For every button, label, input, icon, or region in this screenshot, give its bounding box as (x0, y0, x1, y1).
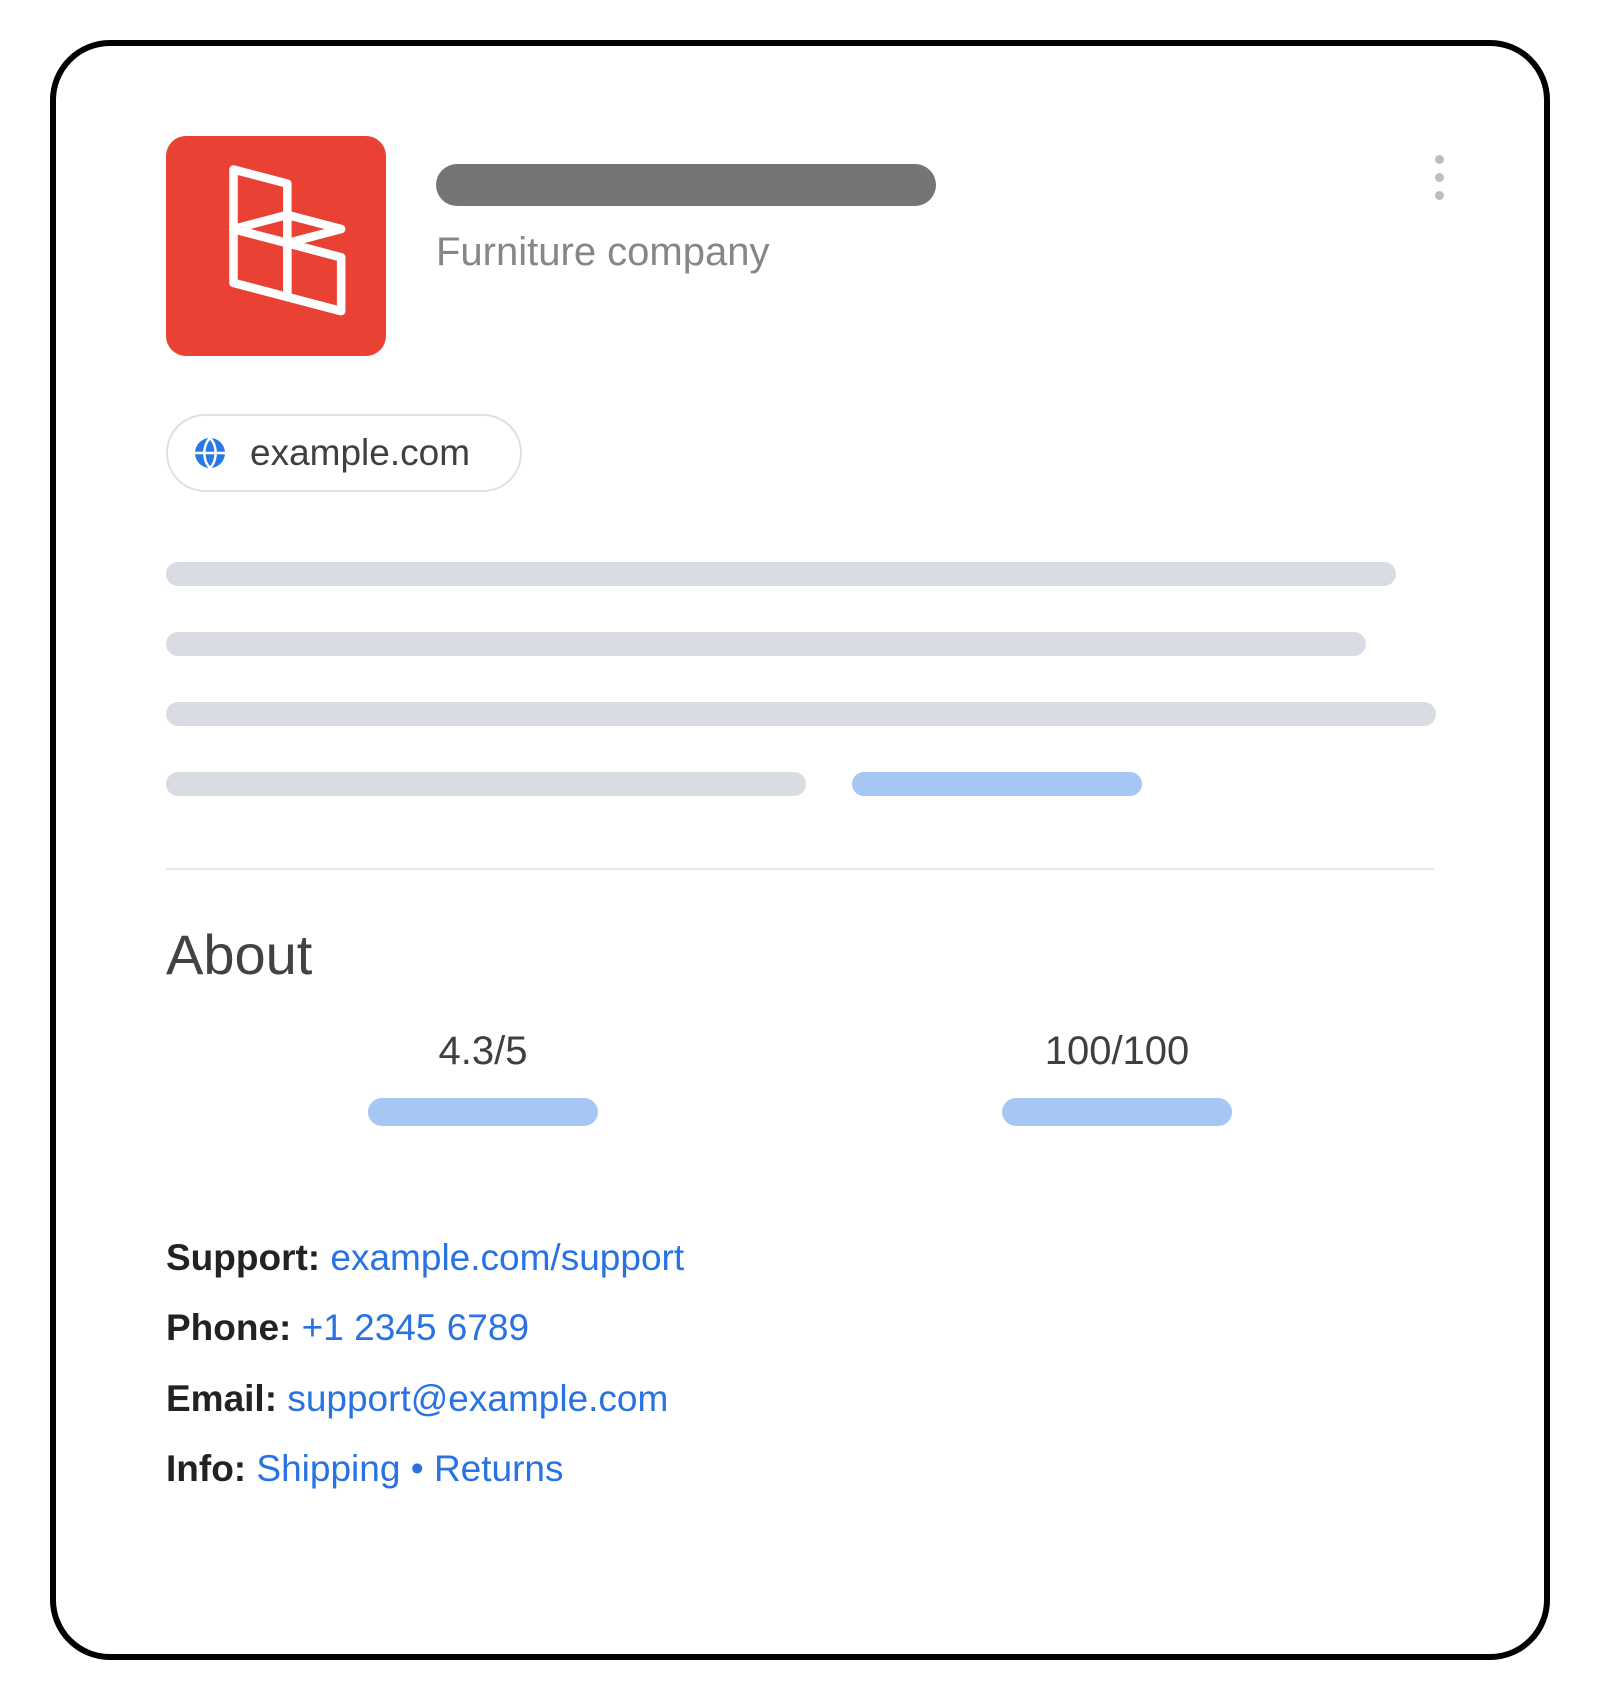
shipping-link[interactable]: Shipping (256, 1448, 400, 1489)
website-chip-text: example.com (250, 432, 470, 474)
score-source-placeholder[interactable] (1002, 1098, 1232, 1126)
info-label: Info: (166, 1448, 246, 1489)
email-row: Email: support@example.com (166, 1364, 1434, 1434)
knowledge-panel-card: Furniture company example.com About 4.3/… (50, 40, 1550, 1660)
rating-source-placeholder[interactable] (368, 1098, 598, 1126)
support-label: Support: (166, 1237, 320, 1278)
rating-score: 100/100 (800, 1029, 1434, 1169)
company-name-placeholder (436, 164, 936, 206)
company-category: Furniture company (436, 230, 1434, 275)
score-value: 100/100 (1045, 1029, 1190, 1074)
phone-label: Phone: (166, 1307, 291, 1348)
desc-line-placeholder (166, 772, 806, 796)
rating-value: 4.3/5 (439, 1029, 528, 1074)
website-chip[interactable]: example.com (166, 414, 522, 492)
ratings-row: 4.3/5 100/100 (166, 1029, 1434, 1169)
description-block (166, 562, 1434, 796)
desc-line-placeholder (166, 702, 1436, 726)
returns-link[interactable]: Returns (434, 1448, 564, 1489)
separator-dot: • (411, 1448, 424, 1489)
more-options-button[interactable] (1435, 146, 1444, 209)
panel-header: Furniture company (166, 136, 1434, 356)
section-divider (166, 868, 1434, 870)
info-row: Info: Shipping • Returns (166, 1434, 1434, 1504)
chair-icon (201, 161, 351, 331)
support-row: Support: example.com/support (166, 1223, 1434, 1293)
title-block: Furniture company (436, 136, 1434, 275)
email-label: Email: (166, 1378, 277, 1419)
rating-reviews: 4.3/5 (166, 1029, 800, 1169)
about-heading: About (166, 922, 1434, 987)
desc-line-placeholder (166, 562, 1396, 586)
email-link[interactable]: support@example.com (287, 1378, 668, 1419)
desc-link-placeholder[interactable] (852, 772, 1142, 796)
phone-link[interactable]: +1 2345 6789 (302, 1307, 529, 1348)
company-logo (166, 136, 386, 356)
desc-line-placeholder (166, 632, 1366, 656)
contact-info: Support: example.com/support Phone: +1 2… (166, 1223, 1434, 1504)
globe-icon (192, 435, 228, 471)
phone-row: Phone: +1 2345 6789 (166, 1293, 1434, 1363)
support-link[interactable]: example.com/support (330, 1237, 684, 1278)
